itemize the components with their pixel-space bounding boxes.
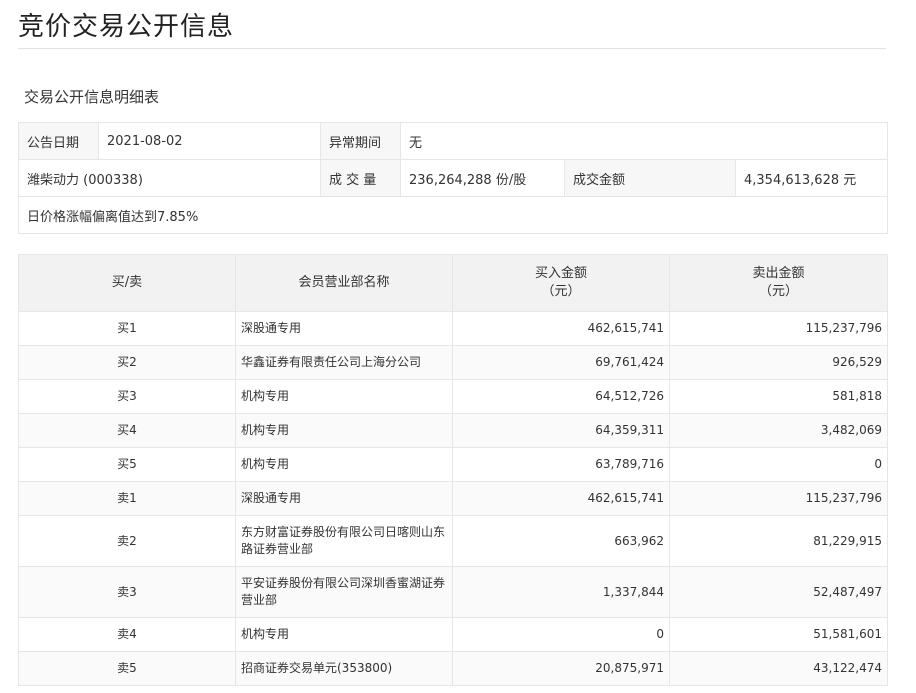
row-branch: 机构专用	[235, 617, 453, 652]
row-side: 买4	[18, 413, 236, 448]
abnormal-period-value: 无	[399, 122, 889, 160]
header-side: 买/卖	[18, 254, 236, 312]
info-row-reason: 日价格涨幅偏离值达到7.85%	[17, 196, 889, 234]
table-row: 买1 深股通专用 462,615,741 115,237,796	[18, 311, 888, 346]
row-side: 买3	[18, 379, 236, 414]
row-branch: 东方财富证券股份有限公司日喀则山东路证券营业部	[235, 515, 453, 567]
info-table: 公告日期 2021-08-02 异常期间 无 潍柴动力 (000338) 成 交…	[17, 122, 889, 234]
table-row: 买5 机构专用 63,789,716 0	[18, 447, 888, 482]
turnover-value: 4,354,613,628 元	[734, 159, 889, 197]
table-row: 买2 华鑫证券有限责任公司上海分公司 69,761,424 926,529	[18, 345, 888, 380]
row-branch: 深股通专用	[235, 311, 453, 346]
row-side: 卖1	[18, 481, 236, 516]
row-buy: 462,615,741	[452, 311, 670, 346]
table-header-row: 买/卖 会员营业部名称 买入金额 （元） 卖出金额 （元）	[18, 254, 888, 312]
detail-table: 买/卖 会员营业部名称 买入金额 （元） 卖出金额 （元） 买1 深股通专用 4…	[18, 254, 888, 686]
row-sell: 3,482,069	[669, 413, 888, 448]
page-title: 竞价交易公开信息	[18, 12, 235, 42]
stock-name: 潍柴动力 (000338)	[18, 159, 321, 197]
row-branch: 招商证券交易单元(353800)	[235, 651, 453, 686]
row-branch: 机构专用	[235, 413, 453, 448]
section-subtitle: 交易公开信息明细表	[24, 88, 160, 106]
row-buy: 663,962	[452, 515, 670, 567]
title-divider	[18, 48, 886, 49]
table-row: 卖1 深股通专用 462,615,741 115,237,796	[18, 481, 888, 516]
table-row: 买3 机构专用 64,512,726 581,818	[18, 379, 888, 414]
row-sell: 926,529	[669, 345, 888, 380]
row-buy: 63,789,716	[452, 447, 670, 482]
announce-date-label: 公告日期	[18, 122, 99, 160]
row-sell: 581,818	[669, 379, 888, 414]
row-sell: 81,229,915	[669, 515, 888, 567]
table-row: 卖3 平安证券股份有限公司深圳香蜜湖证券营业部 1,337,844 52,487…	[18, 566, 888, 618]
row-side: 卖2	[18, 515, 236, 567]
row-branch: 机构专用	[235, 447, 453, 482]
row-side: 买1	[18, 311, 236, 346]
row-sell: 115,237,796	[669, 481, 888, 516]
header-branch: 会员营业部名称	[235, 254, 453, 312]
row-branch: 深股通专用	[235, 481, 453, 516]
row-sell: 0	[669, 447, 888, 482]
row-side: 买5	[18, 447, 236, 482]
row-side: 卖3	[18, 566, 236, 618]
row-branch: 平安证券股份有限公司深圳香蜜湖证券营业部	[235, 566, 453, 618]
info-row-date: 公告日期 2021-08-02 异常期间 无	[18, 122, 889, 160]
table-row: 卖2 东方财富证券股份有限公司日喀则山东路证券营业部 663,962 81,22…	[18, 515, 888, 567]
row-side: 买2	[18, 345, 236, 380]
row-buy: 69,761,424	[452, 345, 670, 380]
row-side: 卖5	[18, 651, 236, 686]
table-row: 卖5 招商证券交易单元(353800) 20,875,971 43,122,47…	[18, 651, 888, 686]
header-buy-line2: （元）	[541, 284, 581, 299]
reason-text: 日价格涨幅偏离值达到7.85%	[17, 196, 889, 234]
header-buy-amount: 买入金额 （元）	[452, 254, 670, 312]
row-branch: 华鑫证券有限责任公司上海分公司	[235, 345, 453, 380]
header-sell-amount: 卖出金额 （元）	[669, 254, 888, 312]
header-buy-line1: 买入金额	[534, 266, 587, 281]
row-buy: 462,615,741	[452, 481, 670, 516]
row-sell: 43,122,474	[669, 651, 888, 686]
abnormal-period-label: 异常期间	[320, 122, 401, 160]
row-buy: 20,875,971	[452, 651, 670, 686]
announce-date-value: 2021-08-02	[98, 122, 321, 160]
row-sell: 52,487,497	[669, 566, 888, 618]
row-side: 卖4	[18, 617, 236, 652]
row-buy: 64,512,726	[452, 379, 670, 414]
row-buy: 1,337,844	[452, 566, 670, 618]
table-row: 卖4 机构专用 0 51,581,601	[18, 617, 888, 652]
header-sell-line2: （元）	[758, 284, 798, 299]
row-buy: 64,359,311	[452, 413, 670, 448]
volume-value: 236,264,288 份/股	[400, 159, 565, 197]
table-row: 买4 机构专用 64,359,311 3,482,069	[18, 413, 888, 448]
header-sell-line1: 卖出金额	[752, 266, 805, 281]
turnover-label: 成交金额	[564, 159, 736, 197]
row-buy: 0	[452, 617, 670, 652]
info-row-volume: 潍柴动力 (000338) 成 交 量 236,264,288 份/股 成交金额…	[18, 159, 889, 197]
row-sell: 115,237,796	[669, 311, 888, 346]
row-branch: 机构专用	[235, 379, 453, 414]
volume-label: 成 交 量	[320, 159, 401, 197]
row-sell: 51,581,601	[669, 617, 888, 652]
